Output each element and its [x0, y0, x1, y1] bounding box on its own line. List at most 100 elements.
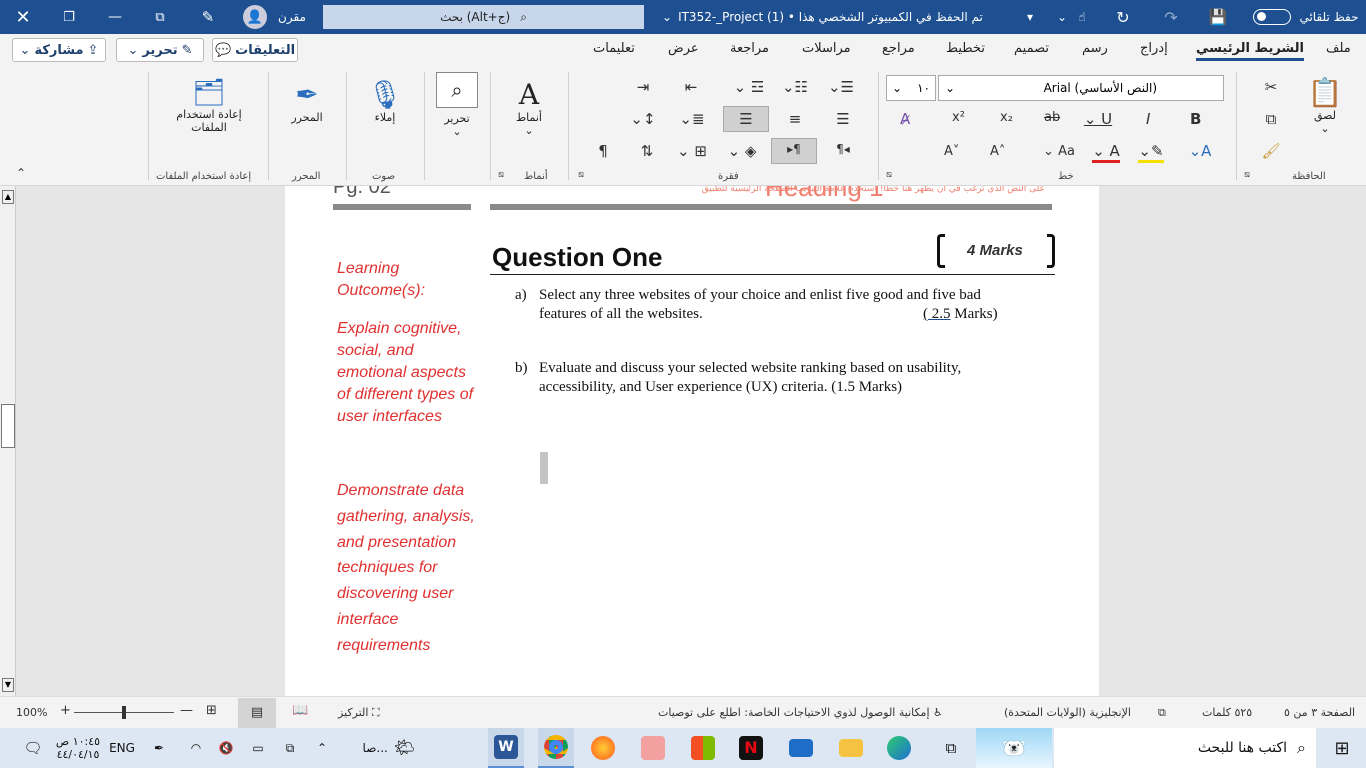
- page-count[interactable]: الصفحة ٣ من ٥: [1284, 706, 1355, 719]
- align-center-button[interactable]: ≡: [784, 110, 806, 128]
- scroll-up-button[interactable]: ▲: [2, 190, 14, 204]
- mail-app[interactable]: [786, 728, 816, 768]
- chrome-app[interactable]: [538, 728, 574, 768]
- editing-mode-button[interactable]: ⌄ تحرير ✎: [116, 38, 204, 62]
- increase-indent-button[interactable]: ⇥: [632, 78, 654, 96]
- proofing-icon[interactable]: ⧉: [1158, 706, 1166, 720]
- tab-draw[interactable]: رسم: [1082, 41, 1108, 56]
- decrease-indent-button[interactable]: ⇤: [680, 78, 702, 96]
- dictate-button[interactable]: 🎙 إملاء: [360, 78, 410, 124]
- grow-font-button[interactable]: A˄: [990, 144, 1005, 159]
- align-left-button[interactable]: ☰: [723, 106, 769, 132]
- tab-view[interactable]: عرض: [668, 41, 699, 56]
- shading-button[interactable]: ⌄ ◈: [720, 142, 764, 160]
- task-view-button[interactable]: ⧉: [936, 728, 966, 768]
- subscript-button[interactable]: x₂: [1000, 110, 1013, 125]
- font-color-button[interactable]: ⌄ A: [1088, 142, 1124, 163]
- bold-button[interactable]: B: [1190, 110, 1201, 128]
- file-explorer-app[interactable]: [836, 728, 866, 768]
- zoom-in-button[interactable]: +: [60, 703, 71, 718]
- volume-icon[interactable]: 🔇: [216, 728, 236, 768]
- web-layout-button[interactable]: ⊞: [206, 703, 217, 718]
- multilevel-list-button[interactable]: ⌄ ☲: [724, 78, 774, 96]
- highlight-button[interactable]: ⌄✎: [1134, 142, 1168, 163]
- font-size-select[interactable]: ⌄ ١٠: [886, 75, 936, 101]
- undo-button[interactable]: ↷: [1158, 0, 1184, 34]
- copy-button[interactable]: ⧉: [1260, 110, 1282, 128]
- numbering-button[interactable]: ⌄☷: [780, 78, 810, 96]
- accessibility-status[interactable]: إمكانية الوصول لذوي الاحتياجات الخاصة: ا…: [658, 706, 943, 719]
- format-painter-button[interactable]: 🖌: [1260, 142, 1282, 160]
- vertical-scrollbar[interactable]: ▲ ▼: [0, 186, 16, 696]
- search-input[interactable]: بحث (Alt+ج) ⌕: [323, 5, 644, 29]
- restore-button[interactable]: ❐: [46, 0, 92, 34]
- find-button[interactable]: ⌕ تحرير ⌄: [432, 72, 482, 138]
- rtl-button[interactable]: ¶◂: [832, 142, 854, 156]
- tab-references[interactable]: مراجع: [882, 41, 915, 56]
- ribbon-display-button[interactable]: ⧉: [140, 0, 180, 34]
- weather-widget[interactable]: صا... 🌤: [356, 728, 422, 768]
- minimize-button[interactable]: —: [92, 0, 138, 34]
- tab-help[interactable]: تعليمات: [593, 41, 635, 56]
- firefox-app[interactable]: [588, 728, 618, 768]
- close-button[interactable]: ✕: [0, 0, 46, 34]
- cut-button[interactable]: ✂: [1260, 78, 1282, 96]
- zoom-slider[interactable]: [74, 706, 174, 719]
- tab-design[interactable]: تصميم: [1014, 41, 1049, 56]
- sort-button[interactable]: ⇅: [636, 142, 658, 160]
- document-title[interactable]: ⌄ IT352-_Project (1) • تم الحفظ في الكمب…: [662, 0, 1002, 34]
- save-button[interactable]: 💾: [1204, 0, 1232, 34]
- netflix-app[interactable]: N: [736, 728, 766, 768]
- justify-button[interactable]: ⌄≣: [676, 110, 708, 128]
- pen-workspace-icon[interactable]: ✒: [148, 728, 170, 768]
- tab-review[interactable]: مراجعة: [730, 41, 769, 56]
- zoom-out-button[interactable]: —: [180, 703, 193, 718]
- paste-button[interactable]: 📋 لصق ⌄: [1300, 76, 1350, 135]
- document-page[interactable]: Pg. 02 Heading 1 على النص الذي ترغب في أ…: [285, 186, 1099, 696]
- clipboard-launcher[interactable]: ⧅: [1240, 170, 1254, 180]
- edge-app[interactable]: [884, 728, 914, 768]
- redo-button[interactable]: ↻: [1110, 0, 1136, 34]
- wifi-icon[interactable]: ◠: [186, 728, 206, 768]
- superscript-button[interactable]: x²: [952, 110, 965, 125]
- word-app[interactable]: W: [488, 728, 524, 768]
- zoom-slider-thumb[interactable]: [122, 706, 126, 719]
- tab-home[interactable]: الشريط الرئيسي: [1196, 41, 1304, 61]
- start-button[interactable]: ⊞: [1318, 728, 1366, 768]
- read-mode-button[interactable]: 📖: [292, 703, 308, 718]
- battery-icon[interactable]: ▭: [248, 728, 268, 768]
- designer-button[interactable]: ✎: [190, 0, 226, 34]
- input-language[interactable]: ENG: [106, 728, 138, 768]
- clock[interactable]: ١٠:٤٥ ص ٤٤/٠٤/١٥: [52, 728, 104, 768]
- touch-mode-button[interactable]: ☝: [1070, 0, 1094, 34]
- customize-toolbar-button[interactable]: ▾: [1020, 0, 1040, 34]
- tab-file[interactable]: ملف: [1326, 41, 1351, 56]
- change-case-button[interactable]: ⌄ Aa: [1034, 144, 1084, 159]
- strikethrough-button[interactable]: ab: [1044, 110, 1060, 125]
- font-name-select[interactable]: ⌄ Arial (النص الأساسي): [938, 75, 1224, 101]
- taskbar-search-input[interactable]: اكتب هنا للبحث ⌕: [1054, 728, 1316, 768]
- tab-layout[interactable]: تخطيط: [946, 41, 985, 56]
- font-launcher[interactable]: ⧅: [882, 170, 896, 180]
- store-app[interactable]: [688, 728, 718, 768]
- search-highlight[interactable]: 🐻‍❄️: [976, 728, 1052, 768]
- scroll-down-button[interactable]: ▼: [2, 678, 14, 692]
- collapse-ribbon-button[interactable]: ⌃: [14, 166, 28, 180]
- word-count[interactable]: ٥٢٥ كلمات: [1202, 706, 1252, 719]
- ltr-button[interactable]: ▸¶: [771, 138, 817, 164]
- text-effects-button[interactable]: ⌄A: [1186, 142, 1214, 160]
- reuse-files-button[interactable]: 🗂 إعادة استخدام الملفات: [166, 78, 252, 134]
- autosave-toggle[interactable]: حفظ تلقائي: [1244, 0, 1362, 34]
- tab-insert[interactable]: إدراج: [1140, 41, 1168, 56]
- styles-launcher[interactable]: ⧅: [494, 170, 508, 180]
- meet-now-icon[interactable]: ⧉: [280, 728, 300, 768]
- account-button[interactable]: 👤: [240, 0, 270, 34]
- line-spacing-button[interactable]: ⌄↕: [626, 110, 660, 128]
- borders-button[interactable]: ⌄ ⊞: [670, 142, 714, 160]
- shrink-font-button[interactable]: A˅: [944, 144, 959, 159]
- tab-mailings[interactable]: مراسلات: [802, 41, 851, 56]
- comments-button[interactable]: 💬 التعليقات: [212, 38, 298, 62]
- show-marks-button[interactable]: ¶: [592, 142, 614, 160]
- focus-button[interactable]: التركيز ⛶: [338, 706, 380, 720]
- align-right-button[interactable]: ☰: [832, 110, 854, 128]
